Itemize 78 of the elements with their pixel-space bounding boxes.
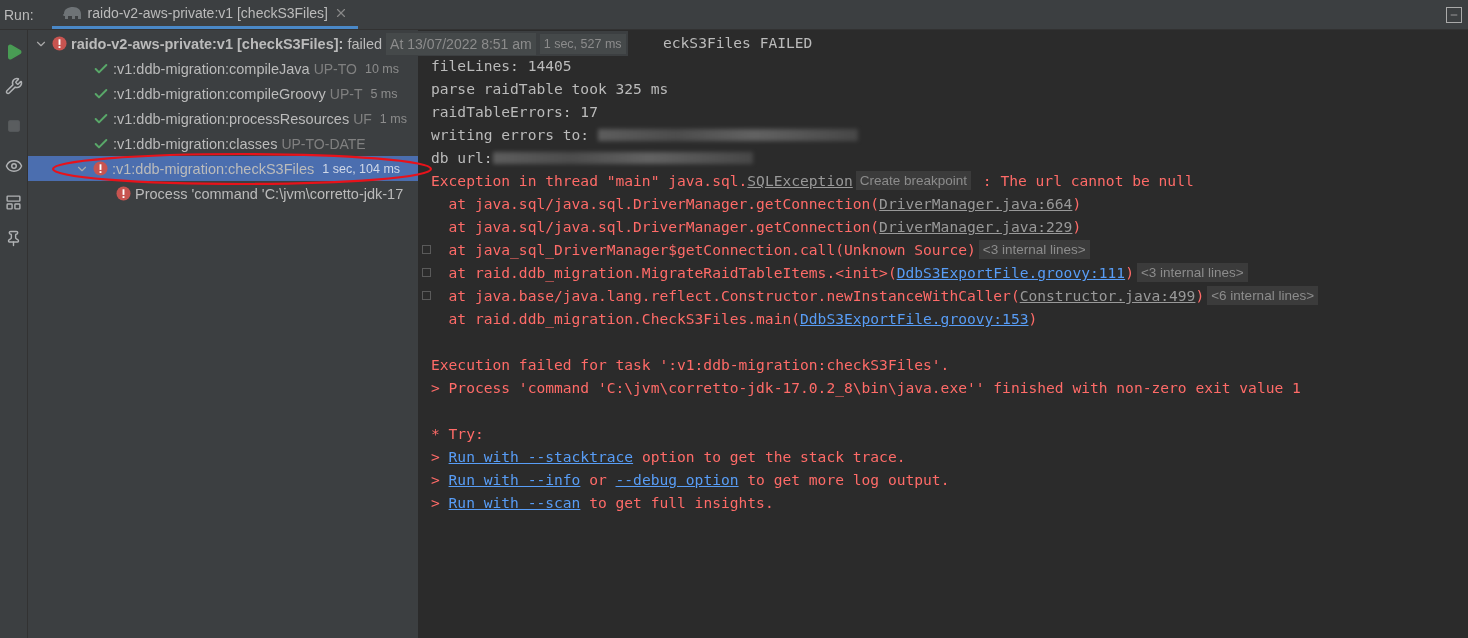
console-text: >	[431, 471, 441, 488]
tree-root[interactable]: raido-v2-aws-private:v1 [checkS3Files]: failed At 13/07/2022 8:51 am 1 sec, 527 ms	[28, 31, 628, 56]
console-text: >	[431, 448, 441, 465]
source-link[interactable]: DriverManager.java:664	[879, 195, 1073, 212]
close-icon[interactable]	[334, 6, 348, 20]
task-duration: 5 ms	[370, 86, 398, 101]
tree-item[interactable]: :v1:ddb-migration:classes UP-TO-DATE	[28, 131, 418, 156]
task-name: :v1:ddb-migration:classes	[113, 135, 278, 152]
build-timestamp: At 13/07/2022 8:51 am	[386, 32, 536, 55]
console-text: >	[431, 494, 441, 511]
error-icon	[116, 186, 131, 201]
task-name: :v1:ddb-migration:checkS3Files	[112, 160, 315, 177]
build-status: failed	[347, 35, 383, 52]
console-link[interactable]: DdbS3ExportFile.groovy:111	[896, 264, 1126, 281]
tree-item[interactable]: :v1:ddb-migration:checkS3Files 1 sec, 104 ms	[28, 156, 418, 181]
console-link[interactable]: DdbS3ExportFile.groovy:153	[800, 310, 1029, 327]
console-text: )	[1072, 195, 1082, 212]
elephant-icon	[61, 6, 82, 20]
task-status: UF	[353, 110, 372, 127]
task-name: :v1:ddb-migration:compileJava	[113, 60, 310, 77]
console-text: at raid.ddb_migration.MigrateRaidTableItems.<init>(	[447, 264, 897, 281]
console-text: : The url cannot be null	[981, 172, 1194, 189]
console-link[interactable]: Run with --stacktrace	[448, 448, 634, 465]
console-text: option to get the stack trace.	[640, 448, 906, 465]
minimize-icon[interactable]	[1446, 6, 1462, 23]
console-text: Execution failed for task ':v1:ddb-migration:checkS3Files'.	[431, 356, 950, 373]
expand-icon[interactable]	[422, 291, 431, 300]
console-text: )	[1195, 287, 1205, 304]
expand-icon[interactable]	[422, 268, 431, 277]
console-link[interactable]: --debug option	[615, 471, 739, 488]
tree-item[interactable]: :v1:ddb-migration:compileJava UP-TO 10 ms	[28, 56, 418, 81]
source-link[interactable]: DriverManager.java:229	[879, 218, 1073, 235]
run-label: Run:	[4, 5, 34, 25]
task-duration: 10 ms	[364, 61, 399, 76]
inline-hint[interactable]: <6 internal lines>	[1207, 286, 1319, 305]
console-link[interactable]: Run with --info	[448, 471, 581, 488]
console-text: parse raidTable took 325 ms	[431, 80, 669, 97]
build-duration: 1 sec, 527 ms	[539, 33, 626, 54]
task-status: UP-TO-DATE	[281, 135, 366, 152]
task-name: :v1:ddb-migration:processResources	[113, 110, 350, 127]
console-text: db url:	[431, 149, 493, 166]
console-text: at raid.ddb_migration.CheckS3Files.main(	[447, 310, 801, 327]
console-text: )	[1125, 264, 1134, 281]
console-text: )	[1072, 218, 1082, 235]
source-link[interactable]: Constructor.java:499	[1019, 287, 1196, 304]
task-status: UP-T	[329, 85, 363, 102]
console-text: fileLines: 14405	[431, 57, 572, 74]
error-icon	[93, 161, 108, 176]
task-duration: 1 ms	[379, 111, 407, 126]
console-text: writing errors to:	[431, 126, 591, 143]
console-text: )	[1028, 310, 1038, 327]
inline-hint[interactable]: Create breakpoint	[855, 171, 972, 190]
source-link[interactable]: SQLException	[747, 172, 853, 189]
console-link[interactable]: Run with --scan	[448, 494, 581, 511]
console-text: raidTableErrors: 17	[431, 103, 598, 120]
task-name: :v1:ddb-migration:compileGroovy	[113, 85, 326, 102]
console-text: at java.base/java.lang.reflect.Constructor.newInstanceWithCaller(	[447, 287, 1020, 304]
task-name: Process 'command 'C:\jvm\corretto-jdk-17	[135, 185, 404, 202]
console-text: * Try:	[431, 425, 484, 442]
console-text: at java_sql_DriverManager$getConnection.call(Unknown Source)	[447, 241, 976, 258]
tree-item[interactable]: :v1:ddb-migration:processResources UF 1 ms	[28, 106, 418, 131]
tree-item[interactable]: :v1:ddb-migration:compileGroovy UP-T 5 ms	[28, 81, 418, 106]
inline-hint[interactable]: <3 internal lines>	[1136, 263, 1248, 282]
error-icon	[52, 36, 67, 51]
console-text: at java.sql/java.sql.DriverManager.getConnection(	[447, 195, 880, 212]
console-text: or	[588, 471, 608, 488]
build-name: raido-v2-aws-private:v1 [checkS3Files]:	[71, 35, 344, 52]
inline-hint[interactable]: <3 internal lines>	[978, 240, 1090, 259]
console-text: > Process 'command 'C:\jvm\corretto-jdk-17.0.2_8\bin\java.exe'' finished with non-zero exit value 1	[431, 379, 1301, 396]
task-duration: 1 sec, 104 ms	[322, 161, 401, 176]
console-text: eckS3Files FAILED	[663, 34, 813, 51]
console-text: to get more log output.	[746, 471, 950, 488]
console-text: Exception in thread "main" java.sql.	[431, 172, 748, 189]
task-status: UP-TO	[313, 60, 357, 77]
console-text: to get full insights.	[588, 494, 774, 511]
console-text: at java.sql/java.sql.DriverManager.getConnection(	[447, 218, 880, 235]
tree-item[interactable]: Process 'command 'C:\jvm\corretto-jdk-17	[28, 181, 418, 206]
expand-icon[interactable]	[422, 245, 431, 254]
